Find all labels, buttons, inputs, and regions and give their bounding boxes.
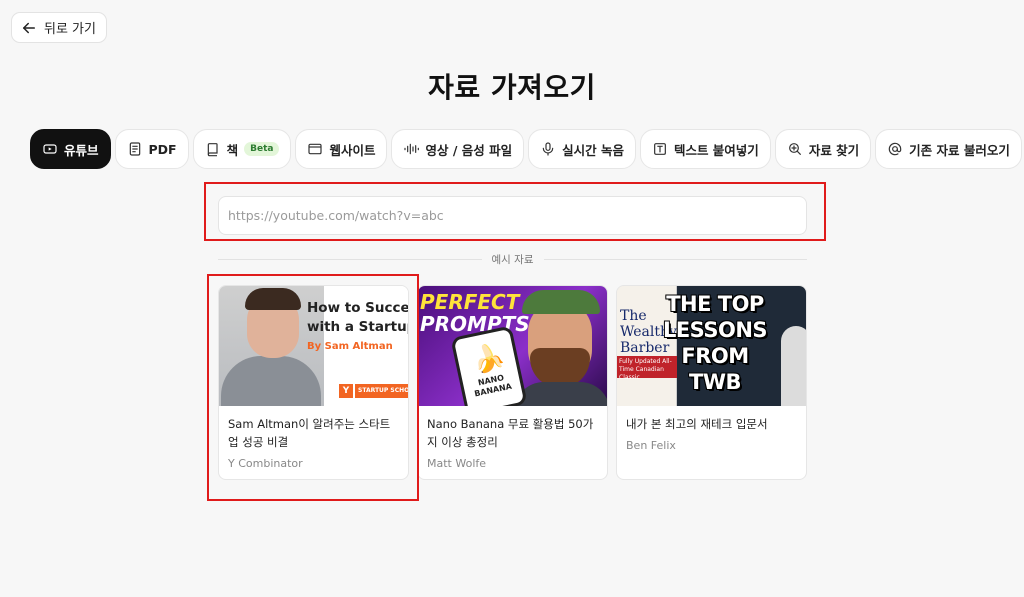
tab-paste-text[interactable]: 텍스트 붙여넣기 (639, 129, 771, 169)
thumbnail-text: PERFECT (420, 290, 520, 314)
tab-find-source[interactable]: 자료 찾기 (774, 129, 872, 169)
search-plus-icon (788, 143, 801, 155)
examples-label: 예시 자료 (491, 253, 534, 266)
book-icon (207, 143, 218, 157)
tab-media-file[interactable]: 영상 / 음성 파일 (391, 129, 525, 169)
example-card-sam-altman[interactable]: How to Succeed with a Startup By Sam Alt… (218, 285, 409, 480)
card-channel: Ben Felix (626, 439, 676, 452)
at-sign-icon (888, 142, 902, 156)
thumbnail-text: How to Succeed (307, 300, 408, 316)
tab-youtube[interactable]: 유튜브 (30, 129, 111, 169)
arrow-left-icon (23, 22, 35, 33)
thumbnail-text: TWB (689, 370, 742, 394)
card-channel: Matt Wolfe (427, 457, 487, 470)
thumbnail-figure (514, 382, 607, 406)
tab-label: PDF (148, 141, 177, 157)
tab-label: 웹사이트 (329, 142, 376, 158)
tab-label: 영상 / 음성 파일 (425, 142, 513, 158)
tab-pdf[interactable]: PDF (114, 129, 189, 169)
tab-live-recording[interactable]: 실시간 녹음 (528, 129, 636, 169)
card-title: Nano Banana 무료 활용법 50가지 이상 총정리 (427, 417, 594, 449)
divider-line (543, 258, 808, 260)
thumbnail-text: THE TOP (666, 292, 764, 316)
tab-book[interactable]: 책 Beta (192, 129, 292, 169)
banana-icon: 🍌 (469, 340, 508, 377)
thumbnail-figure (781, 326, 806, 406)
thumbnail-text: LESSONS (662, 318, 768, 342)
page-title: 자료 가져오기 (428, 71, 596, 104)
tab-load-existing[interactable]: 기존 자료 불러오기 (875, 129, 1022, 169)
yc-logo: Y (339, 384, 353, 398)
example-card-nano-banana[interactable]: PERFECT PROMPTS 🍌 NANO BANANA Nano Banan… (417, 285, 608, 480)
thumbnail-text: with a Startup (307, 319, 408, 335)
card-title: 내가 본 최고의 재테크 입문서 (626, 417, 768, 431)
video-thumbnail: PERFECT PROMPTS 🍌 NANO BANANA (418, 286, 607, 406)
divider-line (218, 258, 482, 260)
tab-label: 텍스트 붙여넣기 (673, 142, 759, 158)
youtube-url-input[interactable] (218, 196, 807, 235)
card-channel: Y Combinator (228, 457, 303, 470)
audio-wave-icon (404, 143, 420, 155)
tab-label: 자료 찾기 (808, 142, 860, 158)
thumbnail-text: By Sam Altman (307, 341, 393, 352)
thumbnail-figure (221, 356, 321, 406)
phone-graphic: 🍌 NANO BANANA (450, 325, 528, 406)
thumbnail-text: STARTUP SCHOOL (355, 384, 408, 398)
url-input-wrapper (218, 196, 807, 235)
tab-label: 유튜브 (64, 142, 99, 158)
thumbnail-figure (522, 290, 600, 314)
example-card-wealthy-barber[interactable]: The Wealthy Barber Fully Updated All-Tim… (616, 285, 807, 480)
tab-label: 책 (226, 142, 239, 158)
tab-label: 기존 자료 불러오기 (909, 142, 1010, 158)
card-body: Sam Altman이 알려주는 스타트업 성공 비결 Y Combinator (219, 406, 408, 479)
card-body: 내가 본 최고의 재테크 입문서 Ben Felix (617, 406, 806, 461)
example-cards: How to Succeed with a Startup By Sam Alt… (218, 285, 807, 480)
back-button[interactable]: 뒤로 가기 (11, 12, 107, 43)
video-thumbnail: The Wealthy Barber Fully Updated All-Tim… (617, 286, 806, 406)
thumbnail-text: FROM (681, 344, 749, 368)
tab-website[interactable]: 웹사이트 (295, 129, 388, 169)
beta-badge: Beta (244, 142, 280, 156)
card-title: Sam Altman이 알려주는 스타트업 성공 비결 (228, 417, 391, 449)
microphone-icon (542, 142, 554, 156)
tab-label: 실시간 녹음 (562, 142, 624, 158)
back-button-label: 뒤로 가기 (44, 22, 96, 37)
youtube-icon (43, 144, 57, 154)
video-thumbnail: How to Succeed with a Startup By Sam Alt… (219, 286, 408, 406)
document-icon (129, 142, 140, 156)
thumbnail-figure (245, 288, 301, 310)
examples-divider: 예시 자료 (218, 251, 808, 267)
card-body: Nano Banana 무료 활용법 50가지 이상 총정리 Matt Wolf… (418, 406, 607, 479)
text-icon (654, 143, 666, 155)
browser-window-icon (308, 143, 323, 155)
source-type-tabs: 유튜브 PDF 책 Beta 웹사이트 영상 / 음성 파일 실시간 녹음 텍스… (30, 129, 1022, 169)
